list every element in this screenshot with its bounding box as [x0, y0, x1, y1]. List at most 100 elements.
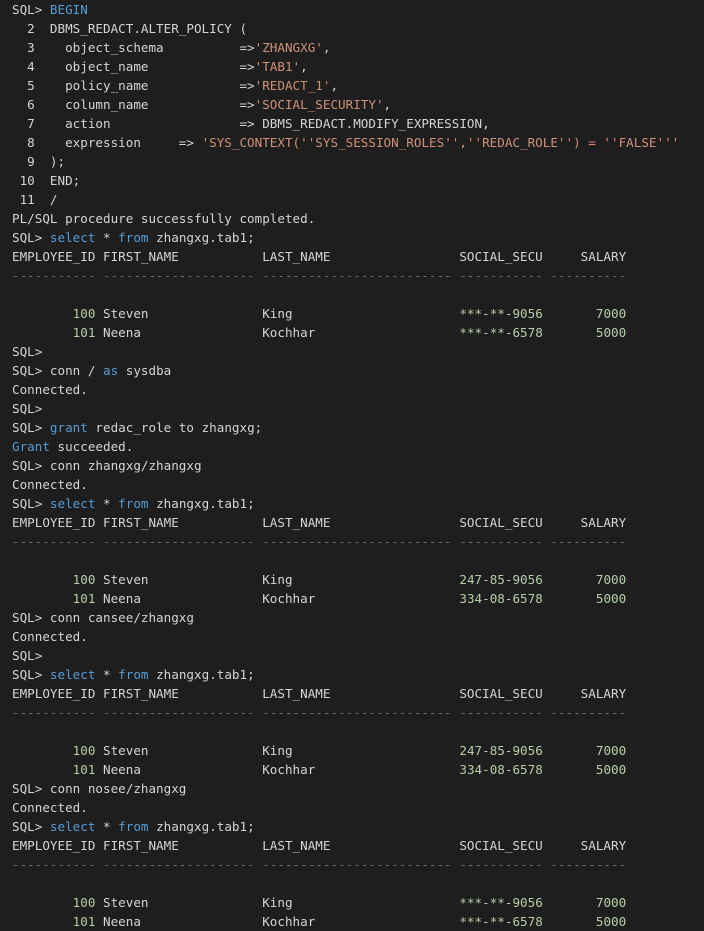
line-segment: select [49, 819, 96, 834]
terminal-line: 101 Neena Kochhar ***-**-6578 5000 [12, 323, 627, 342]
line-segment: BEGIN [49, 2, 88, 17]
line-segment: from [118, 819, 149, 834]
line-segment: zhangxg.tab1; [148, 496, 255, 511]
line-segment: 'ZHANGXG' [254, 40, 323, 55]
terminal-output[interactable]: SQL> BEGIN 2 DBMS_REDACT.ALTER_POLICY ( … [0, 0, 704, 929]
line-segment: as [103, 363, 119, 378]
line-segment: 7000 [595, 306, 627, 321]
line-segment: EMPLOYEE_ID FIRST_NAME LAST_NAME SOCIAL_… [12, 515, 627, 530]
terminal-line: 6 column_name =>'SOCIAL_SECURITY', [12, 95, 391, 114]
line-segment: ***-**-6578 [459, 325, 543, 340]
line-segment: SQL> [12, 819, 50, 834]
line-segment [543, 325, 596, 340]
terminal-line: SQL> select * from zhangxg.tab1; [12, 228, 255, 247]
line-segment: ***-**-9056 [459, 895, 543, 910]
terminal-line: EMPLOYEE_ID FIRST_NAME LAST_NAME SOCIAL_… [12, 247, 626, 266]
line-segment: PL/SQL procedure successfully completed. [12, 211, 316, 226]
line-segment: SQL> [12, 230, 50, 245]
line-segment: ----------- -------------------- -------… [12, 534, 627, 549]
line-segment: 3 object_schema => [12, 40, 255, 55]
line-segment: 100 [72, 743, 96, 758]
line-segment: grant [49, 420, 88, 435]
line-segment: , [322, 40, 331, 55]
line-segment: 7000 [595, 743, 627, 758]
line-segment: SQL> [12, 344, 43, 359]
line-segment: , [330, 78, 339, 93]
terminal-line: 11 / [12, 190, 58, 209]
line-segment: 'SYS_CONTEXT(''SYS_SESSION_ROLES'',''RED… [201, 135, 680, 150]
terminal-line: 4 object_name =>'TAB1', [12, 57, 308, 76]
line-segment: 10 END; [12, 173, 81, 188]
line-segment: 'SOCIAL_SECURITY' [254, 97, 384, 112]
line-segment: select [49, 230, 96, 245]
line-segment: Connected. [12, 382, 88, 397]
line-segment: sysdba [118, 363, 172, 378]
terminal-line: 100 Steven King ***-**-9056 7000 [12, 893, 627, 912]
line-segment: 'TAB1' [254, 59, 301, 74]
line-segment: ----------- -------------------- -------… [12, 705, 627, 720]
line-segment: 7000 [595, 572, 627, 587]
line-segment [543, 591, 596, 606]
line-segment: Steven King [95, 572, 460, 587]
terminal-line: 5 policy_name =>'REDACT_1', [12, 76, 338, 95]
line-segment: 4 object_name => [12, 59, 255, 74]
line-segment [12, 914, 73, 929]
line-segment: 101 [72, 325, 96, 340]
line-segment: SQL> [12, 2, 50, 17]
line-segment: * [95, 230, 119, 245]
line-segment: * [95, 496, 119, 511]
terminal-line: 100 Steven King 247-85-9056 7000 [12, 741, 627, 760]
terminal-line: 9 ); [12, 152, 65, 171]
line-segment: 7 action => DBMS_REDACT.MODIFY_EXPRESSIO… [12, 116, 490, 131]
terminal-line: Connected. [12, 380, 88, 399]
terminal-line: SQL> select * from zhangxg.tab1; [12, 494, 255, 513]
line-segment: 9 ); [12, 154, 66, 169]
terminal-line: SQL> conn cansee/zhangxg [12, 608, 194, 627]
line-segment: SQL> [12, 648, 43, 663]
terminal-line: PL/SQL procedure successfully completed. [12, 209, 315, 228]
terminal-line: 8 expression => 'SYS_CONTEXT(''SYS_SESSI… [12, 133, 679, 152]
line-segment: 7000 [595, 895, 627, 910]
line-segment [12, 591, 73, 606]
line-segment [12, 306, 73, 321]
terminal-line: SQL> [12, 646, 42, 665]
terminal-line: 100 Steven King 247-85-9056 7000 [12, 570, 627, 589]
line-segment: 11 / [12, 192, 58, 207]
line-segment: from [118, 496, 149, 511]
terminal-line: ----------- -------------------- -------… [12, 703, 626, 722]
line-segment [543, 914, 596, 929]
line-segment: 247-85-9056 [459, 572, 543, 587]
terminal-line: Connected. [12, 475, 88, 494]
line-segment: ***-**-9056 [459, 306, 543, 321]
line-segment: Connected. [12, 629, 88, 644]
line-segment: zhangxg.tab1; [148, 230, 255, 245]
line-segment: SQL> conn / [12, 363, 103, 378]
line-segment [12, 895, 73, 910]
line-segment: from [118, 667, 149, 682]
line-segment: 5 policy_name => [12, 78, 255, 93]
line-segment: Neena Kochhar [95, 914, 460, 929]
line-segment: 6 column_name => [12, 97, 255, 112]
terminal-line: SQL> BEGIN [12, 0, 88, 19]
line-segment: SQL> [12, 496, 50, 511]
terminal-line: SQL> conn nosee/zhangxg [12, 779, 186, 798]
line-segment: EMPLOYEE_ID FIRST_NAME LAST_NAME SOCIAL_… [12, 249, 627, 264]
terminal-line: SQL> select * from zhangxg.tab1; [12, 817, 255, 836]
line-segment: SQL> conn cansee/zhangxg [12, 610, 194, 625]
line-segment: ----------- -------------------- -------… [12, 268, 627, 283]
terminal-line: 10 END; [12, 171, 81, 190]
line-segment [543, 572, 596, 587]
terminal-line: SQL> [12, 342, 42, 361]
line-segment: SQL> conn zhangxg/zhangxg [12, 458, 202, 473]
line-segment: Neena Kochhar [95, 762, 460, 777]
terminal-line: SQL> conn / as sysdba [12, 361, 171, 380]
line-segment: 2 DBMS_REDACT.ALTER_POLICY ( [12, 21, 248, 36]
terminal-line: EMPLOYEE_ID FIRST_NAME LAST_NAME SOCIAL_… [12, 836, 626, 855]
line-segment: Steven King [95, 306, 460, 321]
line-segment: SQL> conn nosee/zhangxg [12, 781, 187, 796]
line-segment: select [49, 496, 96, 511]
terminal-line: 100 Steven King ***-**-9056 7000 [12, 304, 627, 323]
line-segment: 334-08-6578 [459, 762, 543, 777]
terminal-line: 7 action => DBMS_REDACT.MODIFY_EXPRESSIO… [12, 114, 490, 133]
terminal-line: 101 Neena Kochhar ***-**-6578 5000 [12, 912, 627, 931]
